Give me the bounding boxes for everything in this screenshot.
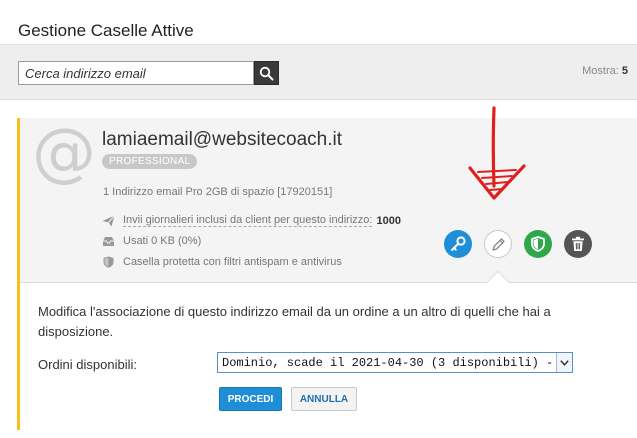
- key-icon: [451, 236, 466, 251]
- shield-icon: [102, 256, 115, 268]
- daily-mail-value: 1000: [376, 214, 401, 227]
- show-count: Mostra: 5: [582, 65, 628, 77]
- show-count-label: Mostra:: [582, 65, 619, 77]
- show-count-value: 5: [621, 65, 628, 77]
- orders-label: Ordini disponibili:: [38, 357, 137, 372]
- delete-button[interactable]: [564, 230, 592, 258]
- at-sign-icon: @: [32, 116, 96, 190]
- daily-mail-label: Invii giornalieri inclusi da client per …: [123, 214, 373, 227]
- panel-description: Modifica l'associazione di questo indiri…: [38, 304, 551, 339]
- mailbox-summary: @ lamiaemail@websitecoach.it PROFESSIONA…: [20, 118, 637, 282]
- proceed-button[interactable]: PROCEDI: [219, 387, 282, 411]
- inbox-icon: [102, 236, 115, 247]
- shield-icon: [531, 236, 545, 252]
- search-bar: Mostra: 5: [0, 44, 637, 100]
- edit-button[interactable]: [484, 230, 512, 258]
- usage-row: Usati 0 KB (0%): [102, 235, 201, 247]
- plan-description: 1 Indirizzo email Pro 2GB di spazio [179…: [103, 186, 333, 198]
- protection-row: Casella protetta con filtri antispam e a…: [102, 256, 342, 268]
- page-title: Gestione Caselle Attive: [18, 21, 194, 40]
- protection-text: Casella protetta con filtri antispam e a…: [123, 256, 342, 268]
- paper-plane-icon: [102, 214, 115, 227]
- search-input[interactable]: [18, 61, 254, 85]
- password-key-button[interactable]: [444, 230, 472, 258]
- daily-mail-row: Invii giornalieri inclusi da client per …: [102, 214, 401, 227]
- search-button[interactable]: [254, 61, 279, 85]
- search-icon: [259, 66, 274, 80]
- usage-text: Usati 0 KB (0%): [123, 235, 202, 247]
- mailbox-email: lamiaemail@websitecoach.it: [102, 129, 342, 150]
- plan-badge: PROFESSIONAL: [102, 154, 198, 169]
- antispam-shield-button[interactable]: [524, 230, 552, 258]
- cancel-button[interactable]: ANNULLA: [291, 387, 357, 411]
- orders-selected-value: Dominio, scade il 2021-04-30 (3 disponib…: [222, 355, 556, 370]
- mailbox-card: @ lamiaemail@websitecoach.it PROFESSIONA…: [17, 118, 637, 430]
- chevron-down-icon[interactable]: [556, 353, 572, 372]
- pencil-icon: [491, 237, 505, 251]
- trash-icon: [572, 236, 584, 251]
- edit-association-panel: Modifica l'associazione di questo indiri…: [20, 270, 637, 430]
- orders-select[interactable]: Dominio, scade il 2021-04-30 (3 disponib…: [217, 352, 573, 373]
